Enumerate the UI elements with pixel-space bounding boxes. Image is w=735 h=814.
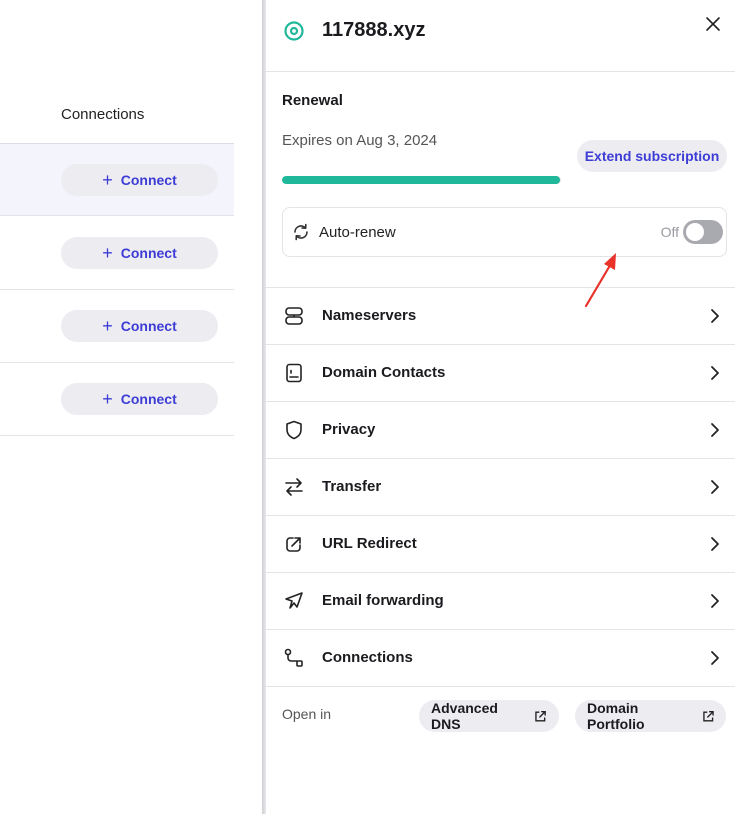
menu-label: Connections [322, 649, 413, 666]
menu-item-transfer[interactable]: Transfer [266, 459, 735, 516]
chevron-right-icon [711, 651, 719, 665]
advanced-dns-button[interactable]: Advanced DNS [419, 700, 559, 732]
menu-label: Email forwarding [322, 592, 444, 609]
menu-item-url-redirect[interactable]: URL Redirect [266, 516, 735, 573]
connect-label: Connect [120, 391, 177, 407]
open-in-label: Open in [282, 706, 332, 722]
external-link-icon [702, 710, 714, 721]
email-forward-icon [285, 592, 303, 609]
connect-label: Connect [120, 245, 177, 261]
table-row[interactable]: + Connect [0, 363, 234, 436]
external-link-icon [535, 710, 547, 722]
chevron-right-icon [711, 480, 719, 494]
chevron-right-icon [711, 366, 719, 380]
chevron-right-icon [711, 594, 719, 608]
server-icon [285, 307, 303, 325]
renewal-progress-bar [282, 176, 561, 184]
connections-column-header: Connections [61, 106, 145, 123]
expires-text: Expires on Aug 3, 2024 [282, 132, 438, 149]
connect-button[interactable]: + Connect [61, 164, 218, 196]
plus-icon: + [102, 316, 113, 336]
plus-icon: + [102, 389, 113, 409]
chevron-right-icon [711, 537, 719, 551]
chevron-right-icon [711, 423, 719, 437]
toggle-knob [686, 223, 704, 241]
menu-item-email-forwarding[interactable]: Email forwarding [266, 573, 735, 630]
auto-renew-label: Auto-renew [319, 224, 396, 241]
drawer-header: 117888.xyz [266, 0, 735, 72]
domain-portfolio-label: Domain Portfolio [587, 700, 645, 732]
table-row[interactable]: + Connect [0, 217, 234, 290]
table-row[interactable]: + Connect [0, 290, 234, 363]
auto-renew-toggle[interactable] [683, 220, 723, 244]
domain-status-icon [284, 21, 304, 41]
menu-label: Domain Contacts [322, 364, 446, 381]
menu-label: Privacy [322, 421, 376, 438]
menu-label: Nameservers [322, 307, 417, 324]
connections-icon [284, 648, 303, 667]
menu-item-nameservers[interactable]: Nameservers [266, 288, 735, 345]
shield-icon [286, 420, 302, 440]
connect-label: Connect [120, 318, 177, 334]
menu-item-domain-contacts[interactable]: Domain Contacts [266, 345, 735, 402]
renewal-section: Renewal Expires on Aug 3, 2024 Extend su… [266, 72, 735, 308]
close-icon[interactable] [703, 14, 723, 34]
connect-button[interactable]: + Connect [61, 383, 218, 415]
chevron-right-icon [711, 309, 719, 323]
menu-label: Transfer [322, 478, 382, 495]
connect-button[interactable]: + Connect [61, 310, 218, 342]
menu-item-connections[interactable]: Connections [266, 630, 735, 687]
domains-table-panel: Connections + Connect + Connect + Connec… [0, 0, 262, 814]
menu-label: URL Redirect [322, 535, 417, 552]
refresh-icon [294, 223, 308, 241]
plus-icon: + [102, 243, 113, 263]
menu-item-privacy[interactable]: Privacy [266, 402, 735, 459]
domain-detail-drawer: 117888.xyz Renewal Expires on Aug 3, 202… [266, 0, 735, 814]
connect-label: Connect [120, 172, 177, 188]
plus-icon: + [102, 170, 113, 190]
table-row[interactable]: + Connect [0, 143, 234, 216]
auto-renew-row: Auto-renew Off [282, 207, 727, 257]
advanced-dns-label: Advanced DNS [431, 700, 498, 732]
transfer-arrows-icon [285, 478, 303, 496]
redirect-link-icon [286, 537, 301, 552]
auto-renew-state: Off [660, 224, 679, 240]
domain-title: 117888.xyz [322, 19, 426, 41]
extend-subscription-button[interactable]: Extend subscription [577, 140, 727, 172]
open-in-row: Open in Advanced DNS Domain Portfolio [266, 687, 735, 745]
contact-book-icon [286, 363, 302, 383]
renewal-progress-fill [282, 176, 560, 184]
domain-portfolio-button[interactable]: Domain Portfolio [575, 700, 726, 732]
renewal-title: Renewal [282, 92, 343, 109]
connect-button[interactable]: + Connect [61, 237, 218, 269]
